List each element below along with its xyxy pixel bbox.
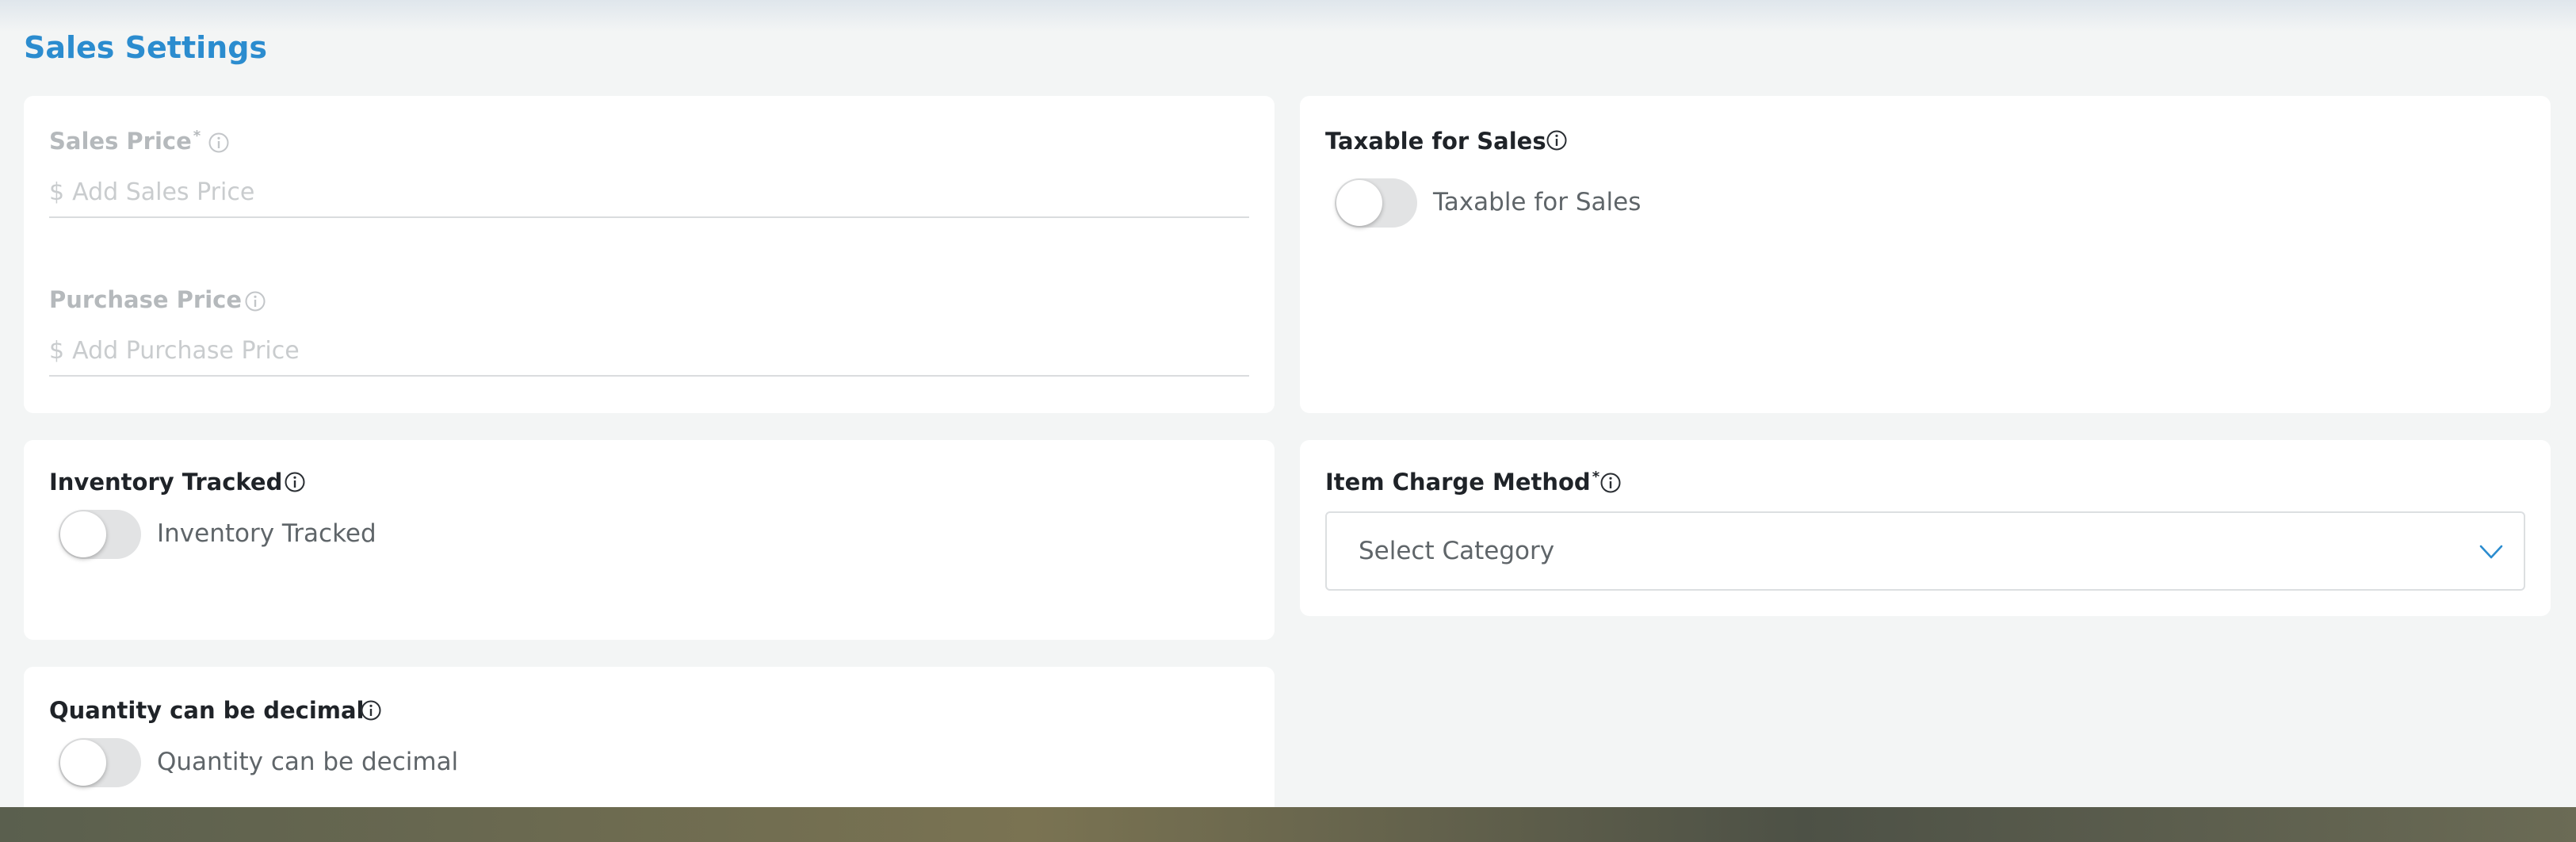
select-value: Select Category [1359,537,1555,565]
info-icon[interactable] [244,290,266,312]
chevron-down-icon [2479,545,2503,559]
charge-method-card: Item Charge Method * Select Category [1300,440,2551,616]
taxable-toggle[interactable] [1335,178,1417,228]
sales-price-label: Sales Price * [49,128,201,155]
currency-symbol: $ [49,178,65,206]
charge-method-label: Item Charge Method * [1325,469,1600,496]
inventory-label: Inventory Tracked [49,469,283,496]
quantity-decimal-toggle-label: Quantity can be decimal [157,748,459,776]
info-icon[interactable] [1599,472,1622,494]
info-icon[interactable] [208,132,230,154]
quantity-decimal-label: Quantity can be decimal [49,697,365,724]
pricing-card: Sales Price * $ Add Sales Price Purchase … [24,96,1275,413]
toggle-knob [60,740,106,786]
purchase-price-label: Purchase Price [49,286,242,313]
currency-symbol: $ [49,336,65,365]
taxable-toggle-label: Taxable for Sales [1433,188,1642,216]
toggle-knob [1336,180,1382,226]
info-icon[interactable] [284,471,306,493]
page-title: Sales Settings [24,30,268,65]
inventory-toggle-label: Inventory Tracked [157,519,376,548]
inventory-card: Inventory Tracked Inventory Tracked [24,440,1275,640]
taxable-label: Taxable for Sales [1325,128,1546,155]
inventory-toggle[interactable] [59,510,141,559]
purchase-price-placeholder: Add Purchase Price [72,336,300,365]
info-icon[interactable] [360,699,382,721]
purchase-price-input[interactable]: $ Add Purchase Price [49,326,1249,377]
info-icon[interactable] [1546,129,1568,151]
toggle-knob [60,511,106,557]
taxable-card: Taxable for Sales Taxable for Sales [1300,96,2551,413]
top-shade [0,0,2576,32]
sales-price-placeholder: Add Sales Price [72,178,255,206]
quantity-decimal-toggle[interactable] [59,738,141,787]
sales-price-input[interactable]: $ Add Sales Price [49,167,1249,218]
charge-method-select[interactable]: Select Category [1325,511,2525,591]
bottom-strip [0,807,2576,842]
